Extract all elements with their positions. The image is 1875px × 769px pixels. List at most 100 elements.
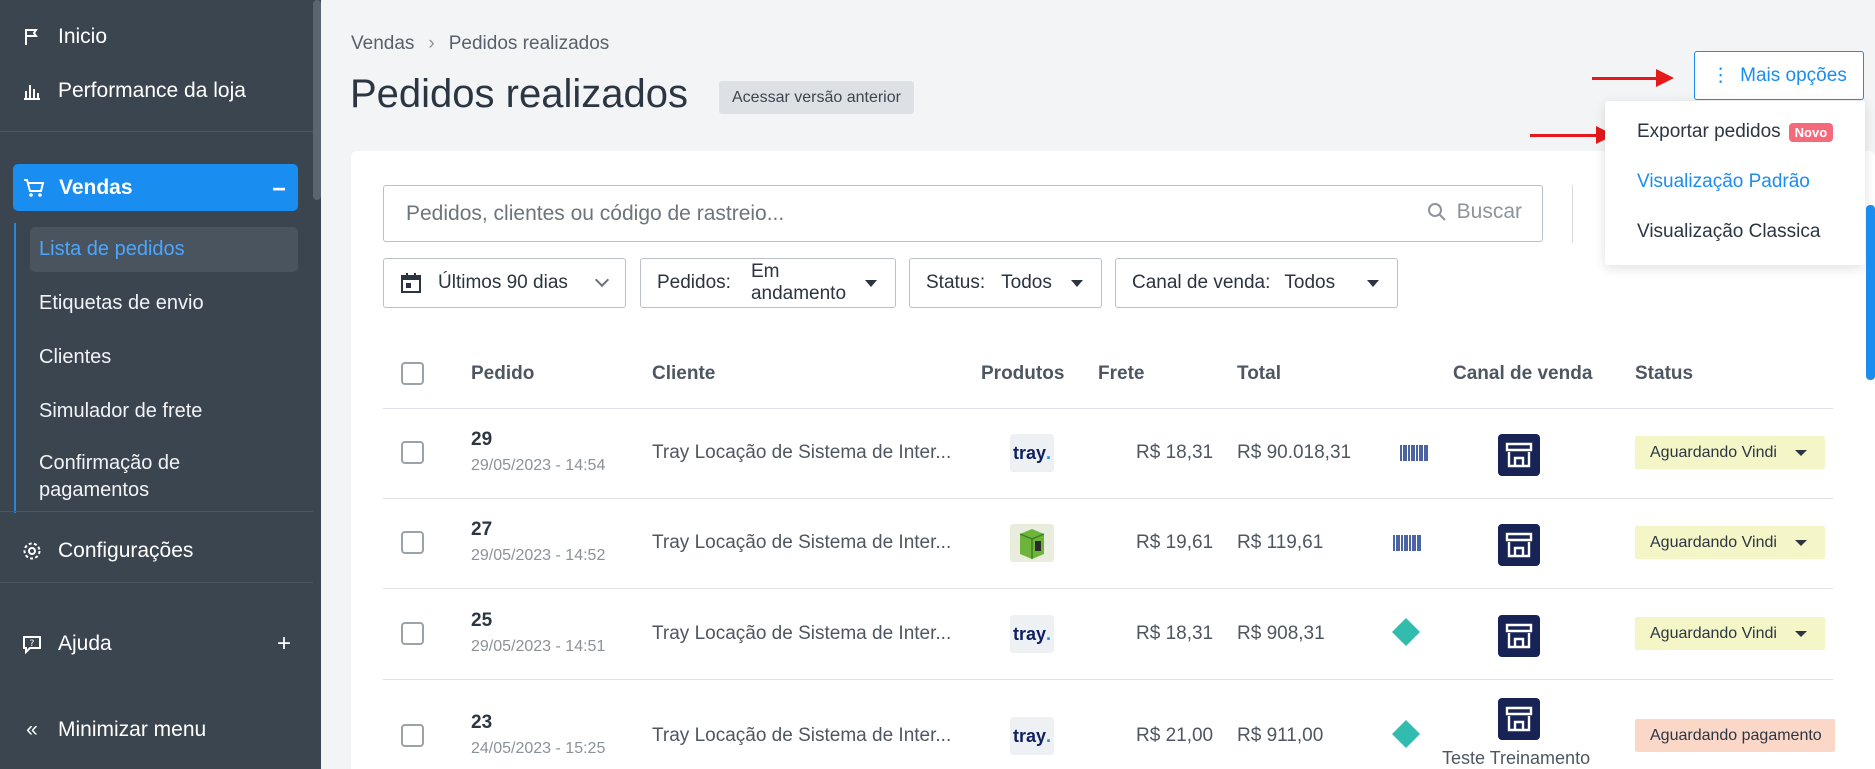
freight-value: R$ 19,61 xyxy=(1136,532,1214,553)
breadcrumb: Vendas › Pedidos realizados xyxy=(351,33,609,55)
total-value: R$ 911,00 xyxy=(1237,725,1324,746)
sidebar-item-label: Minimizar menu xyxy=(58,718,207,741)
sidebar-item-label: Vendas xyxy=(59,175,133,199)
row-checkbox[interactable] xyxy=(401,441,424,464)
status-label: Aguardando Vindi xyxy=(1650,533,1777,551)
order-date: 29/05/2023 - 14:51 xyxy=(471,638,606,655)
caret-down-icon xyxy=(1795,540,1807,546)
caret-down-icon xyxy=(1795,631,1807,637)
sidebar-subitem-label: Simulador de frete xyxy=(39,400,203,422)
pix-icon xyxy=(1392,720,1420,748)
expand-icon[interactable]: + xyxy=(277,630,291,658)
cart-icon xyxy=(23,177,45,199)
order-number[interactable]: 23 xyxy=(471,712,492,734)
channel-filter[interactable]: Canal de venda: Todos xyxy=(1115,258,1398,308)
store-channel-icon xyxy=(1498,698,1540,740)
channel-filter-label: Canal de venda: xyxy=(1132,272,1271,293)
search-button[interactable]: Buscar xyxy=(1427,200,1522,224)
sidebar-item-configuracoes[interactable]: Configurações xyxy=(0,528,313,574)
col-cliente[interactable]: Cliente xyxy=(652,363,715,385)
bar-chart-icon xyxy=(22,81,42,101)
gear-icon xyxy=(22,541,42,561)
order-number[interactable]: 25 xyxy=(471,610,492,632)
product-thumbnail[interactable]: tray. xyxy=(1010,434,1054,472)
client-name: Tray Locação de Sistema de Inter... xyxy=(652,725,952,746)
row-divider xyxy=(383,679,1833,680)
sidebar-subitem-label: Clientes xyxy=(39,346,112,368)
status-dropdown[interactable]: Aguardando Vindi xyxy=(1635,617,1825,650)
select-all-checkbox[interactable] xyxy=(401,362,424,385)
sidebar-subitem-confirmacao[interactable]: Confirmação de pagamentos xyxy=(30,450,260,504)
period-filter[interactable]: Últimos 90 dias xyxy=(383,258,626,308)
row-checkbox[interactable] xyxy=(401,622,424,645)
flag-icon xyxy=(22,27,42,47)
freight-value: R$ 18,31 xyxy=(1136,442,1214,463)
status-label: Aguardando Vindi xyxy=(1650,443,1777,461)
col-total[interactable]: Total xyxy=(1237,363,1281,385)
store-channel-icon xyxy=(1498,524,1540,566)
help-icon: ? xyxy=(22,634,42,654)
status-badge[interactable]: Aguardando pagamento xyxy=(1635,719,1835,752)
annotation-arrow xyxy=(1592,69,1674,87)
store-channel-icon xyxy=(1498,434,1540,476)
col-canal: Canal de venda xyxy=(1453,363,1593,384)
total-value: R$ 908,31 xyxy=(1237,623,1325,644)
sidebar-subitem-label: Lista de pedidos xyxy=(39,238,185,260)
sidebar-item-inicio[interactable]: Inicio xyxy=(0,14,313,60)
order-date: 24/05/2023 - 15:25 xyxy=(471,740,606,757)
status-dropdown[interactable]: Aguardando Vindi xyxy=(1635,436,1825,469)
orders-filter[interactable]: Pedidos: Em andamento xyxy=(640,258,896,308)
status-dropdown[interactable]: Aguardando Vindi xyxy=(1635,526,1825,559)
page-title: Pedidos realizados xyxy=(350,72,688,116)
search-placeholder: Pedidos, clientes ou código de rastreio.… xyxy=(406,201,785,225)
order-number[interactable]: 27 xyxy=(471,519,492,541)
sidebar-item-label: Configurações xyxy=(58,539,194,562)
sidebar-item-label: Inicio xyxy=(58,25,108,48)
product-thumbnail[interactable] xyxy=(1010,524,1054,562)
menu-item-label: Exportar pedidos xyxy=(1637,121,1781,142)
product-thumbnail[interactable]: tray. xyxy=(1010,615,1054,653)
status-label: Aguardando pagamento xyxy=(1650,726,1822,744)
divider xyxy=(1572,185,1573,243)
more-options-button[interactable]: ⋮ Mais opções xyxy=(1694,51,1864,100)
barcode-icon xyxy=(1400,445,1428,461)
order-number[interactable]: 29 xyxy=(471,429,492,451)
col-status: Status xyxy=(1635,363,1694,384)
sidebar-scrollbar[interactable] xyxy=(313,0,321,200)
page-scrollbar[interactable] xyxy=(1866,205,1875,380)
annotation-arrow xyxy=(1530,126,1614,144)
sidebar-item-label: Ajuda xyxy=(58,632,112,655)
sidebar-subitem-clientes[interactable]: Clientes xyxy=(30,344,298,371)
barcode-icon xyxy=(1393,535,1421,551)
row-checkbox[interactable] xyxy=(401,724,424,747)
sidebar-item-ajuda[interactable]: ? Ajuda + xyxy=(0,621,313,667)
sidebar-item-performance[interactable]: Performance da loja xyxy=(0,68,313,114)
search-input[interactable]: Pedidos, clientes ou código de rastreio.… xyxy=(383,185,1543,242)
sidebar-item-label: Performance da loja xyxy=(58,79,246,102)
sidebar-item-vendas[interactable]: Vendas − xyxy=(13,164,298,211)
product-thumbnail[interactable]: tray. xyxy=(1010,717,1054,755)
sidebar-subitem-label: Confirmação de pagamentos xyxy=(39,452,181,501)
status-filter[interactable]: Status: Todos xyxy=(909,258,1102,308)
sidebar-subitem-simulador[interactable]: Simulador de frete xyxy=(30,398,298,425)
total-value: R$ 90.018,31 xyxy=(1237,442,1352,463)
menu-item-view-classic[interactable]: Visualização Classica xyxy=(1637,221,1820,243)
pix-icon xyxy=(1392,618,1420,646)
old-version-button[interactable]: Acessar versão anterior xyxy=(719,81,914,114)
menu-item-export[interactable]: Exportar pedidos Novo xyxy=(1637,121,1834,143)
sidebar-subitem-etiquetas[interactable]: Etiquetas de envio xyxy=(30,290,298,317)
sidebar-subitem-lista-pedidos[interactable]: Lista de pedidos xyxy=(30,227,298,272)
menu-item-view-default[interactable]: Visualização Padrão xyxy=(1637,171,1810,193)
caret-down-icon xyxy=(1367,280,1379,287)
collapse-icon[interactable]: − xyxy=(272,176,286,204)
svg-text:?: ? xyxy=(30,639,35,649)
col-pedido[interactable]: Pedido xyxy=(471,363,534,385)
col-frete[interactable]: Frete xyxy=(1098,363,1144,385)
search-icon xyxy=(1427,203,1446,221)
row-divider xyxy=(383,588,1833,589)
store-channel-icon xyxy=(1498,615,1540,657)
sidebar-item-minimizar[interactable]: « Minimizar menu xyxy=(0,707,313,753)
breadcrumb-vendas[interactable]: Vendas xyxy=(351,33,414,55)
caret-down-icon xyxy=(1071,280,1083,287)
row-checkbox[interactable] xyxy=(401,531,424,554)
